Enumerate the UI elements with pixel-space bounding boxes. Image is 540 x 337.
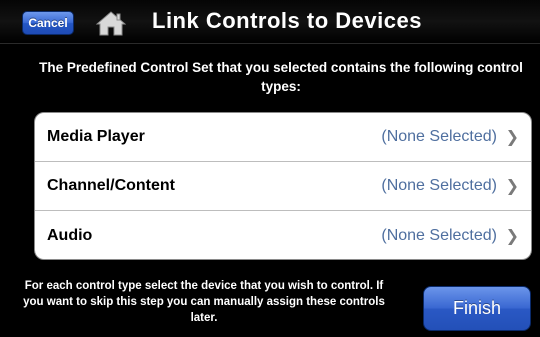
list-item-value: (None Selected) (381, 226, 497, 244)
instructions-text: For each control type select the device … (23, 280, 385, 324)
list-item-value: (None Selected) (381, 128, 497, 145)
list-item-label: Channel/Content (47, 177, 175, 194)
list-item-label: Audio (47, 226, 93, 244)
chevron-right-icon: ❯ (505, 129, 519, 146)
control-types-list: Media Player (None Selected) ❯ Channel/C… (34, 112, 532, 260)
cancel-button[interactable]: Cancel (22, 11, 74, 35)
navigation-bar: Cancel Link Controls to Devices (0, 0, 540, 44)
chevron-right-icon: ❯ (505, 178, 519, 195)
list-item-media-player[interactable]: Media Player (None Selected) ❯ (35, 113, 531, 162)
list-item-audio[interactable]: Audio (None Selected) ❯ (35, 211, 531, 259)
home-icon[interactable] (95, 10, 127, 36)
finish-button[interactable]: Finish (423, 286, 531, 331)
list-item-value: (None Selected) (381, 177, 497, 194)
chevron-right-icon: ❯ (505, 227, 519, 245)
list-item-label: Media Player (47, 128, 145, 145)
list-item-channel-content[interactable]: Channel/Content (None Selected) ❯ (35, 162, 531, 211)
intro-text: The Predefined Control Set that you sele… (39, 60, 523, 94)
page-title: Link Controls to Devices (152, 8, 422, 33)
